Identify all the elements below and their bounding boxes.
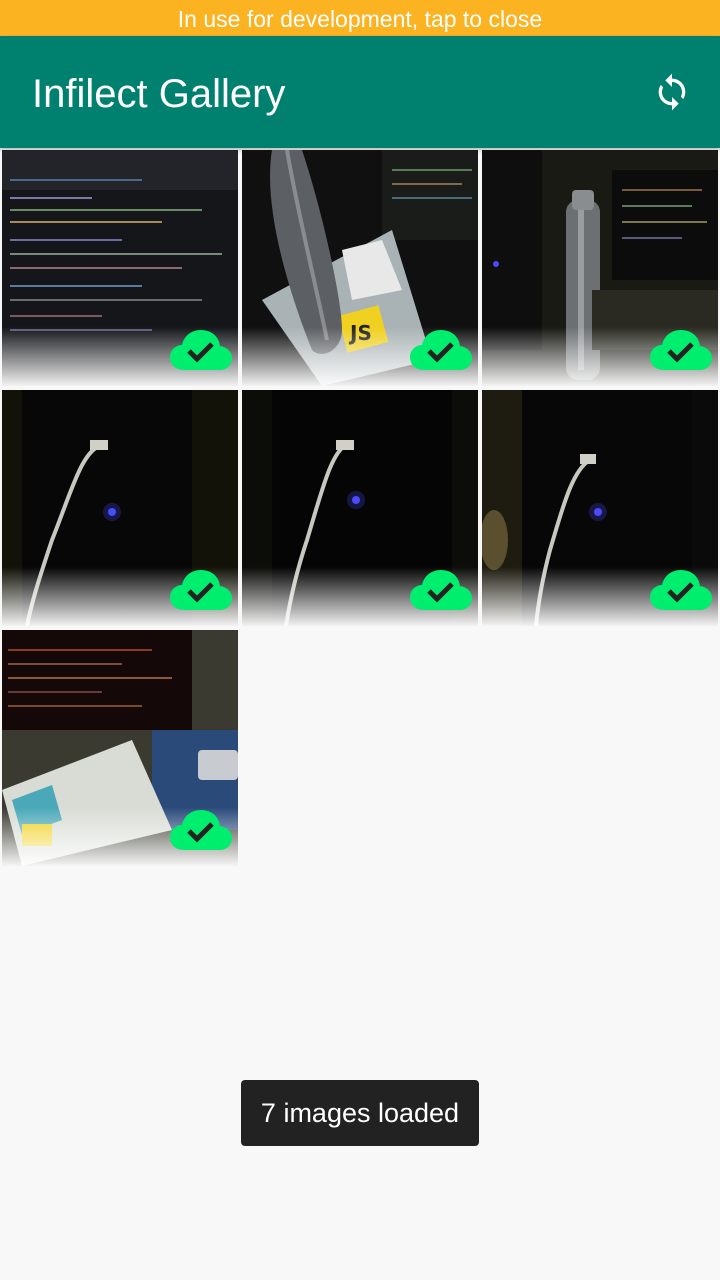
development-banner[interactable]: In use for development, tap to close <box>0 0 720 36</box>
app-bar: Infilect Gallery <box>0 36 720 148</box>
gallery-image-tile[interactable] <box>242 390 478 626</box>
cloud-check-icon <box>170 810 232 850</box>
gallery-image-tile[interactable] <box>482 390 718 626</box>
cloud-check-icon <box>170 330 232 370</box>
app-title: Infilect Gallery <box>32 72 286 116</box>
cloud-check-icon <box>410 570 472 610</box>
gallery-image-tile[interactable] <box>482 150 718 386</box>
gallery-image-tile[interactable]: JS <box>242 150 478 386</box>
cloud-check-icon <box>170 570 232 610</box>
gallery-image-tile[interactable] <box>2 390 238 626</box>
gallery-image-tile[interactable] <box>2 630 238 866</box>
cloud-check-icon <box>650 570 712 610</box>
cloud-check-icon <box>650 330 712 370</box>
cloud-check-icon <box>410 330 472 370</box>
refresh-button[interactable] <box>644 64 700 120</box>
sync-icon <box>658 73 686 111</box>
gallery-image-tile[interactable] <box>2 150 238 386</box>
toast-message: 7 images loaded <box>241 1080 479 1146</box>
